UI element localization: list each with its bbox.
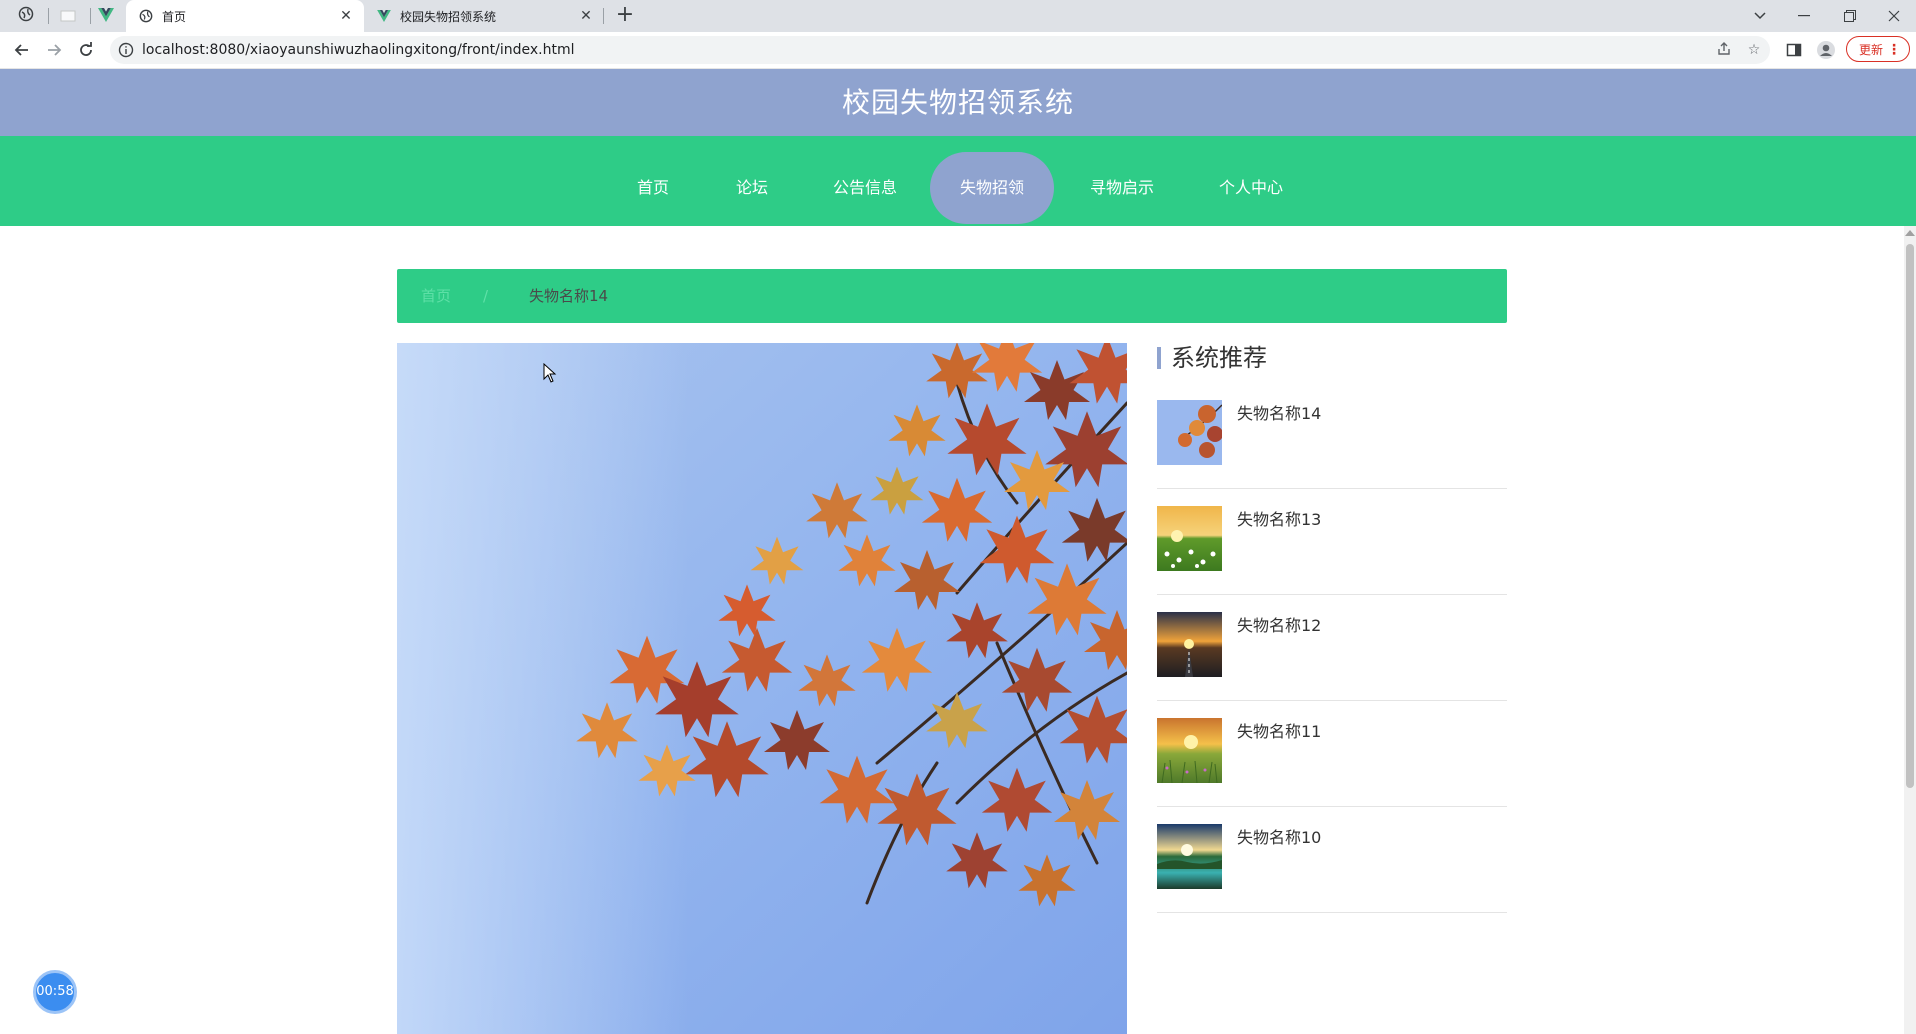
site-header: 校园失物招领系统 (0, 69, 1916, 136)
tab-home[interactable]: 首页 ✕ (126, 0, 364, 32)
recommend-item[interactable]: 失物名称13 (1157, 488, 1507, 595)
vue-icon (376, 8, 392, 24)
tab-system[interactable]: 校园失物招领系统 ✕ (364, 0, 604, 32)
thumb-grass-sunset[interactable] (1157, 718, 1222, 783)
back-icon[interactable] (10, 38, 34, 62)
browser-tab-bar: 首页 ✕ 校园失物招领系统 ✕ + (0, 0, 1916, 32)
more-menu-icon[interactable]: ⋮ (1887, 37, 1901, 63)
minimize-icon[interactable] (1782, 0, 1826, 32)
address-bar[interactable]: localhost:8080/xiaoyaunshiwuzhaolingxito… (110, 36, 1770, 64)
window-close-icon[interactable] (1872, 0, 1916, 32)
item-image (397, 343, 1127, 1034)
thumb-road-sunset[interactable] (1157, 612, 1222, 677)
recommend-title: 系统推荐 (1157, 340, 1267, 376)
bookmark-star-icon[interactable]: ☆ (1746, 42, 1762, 58)
restore-icon[interactable] (1828, 0, 1872, 32)
profile-avatar-icon[interactable] (1814, 38, 1838, 62)
globe-icon (138, 8, 154, 24)
breadcrumb-current: 失物名称14 (529, 287, 609, 305)
info-icon[interactable] (118, 42, 134, 58)
nav-item-lost-found[interactable]: 失物招领 (930, 152, 1054, 224)
browser-toolbar: localhost:8080/xiaoyaunshiwuzhaolingxito… (0, 32, 1916, 69)
page-icon (60, 7, 76, 26)
breadcrumb: 首页 / 失物名称14 (397, 269, 1507, 323)
site-title: 校园失物招领系统 (841, 86, 1074, 119)
url-text: localhost:8080/xiaoyaunshiwuzhaolingxito… (142, 42, 575, 58)
nav-item-home[interactable]: 首页 (630, 152, 676, 224)
main-nav: 首页 论坛 公告信息 失物招领 寻物启示 个人中心 (0, 136, 1916, 226)
nav-item-forum[interactable]: 论坛 (728, 152, 776, 224)
nav-item-personal-center[interactable]: 个人中心 (1212, 152, 1290, 224)
scroll-up-arrow-icon[interactable] (1905, 230, 1915, 236)
nav-item-search-notice[interactable]: 寻物启示 (1083, 152, 1161, 224)
thumb-flower-field[interactable] (1157, 506, 1222, 571)
tab-title: 首页 (162, 9, 187, 24)
nav-item-announcements[interactable]: 公告信息 (826, 152, 904, 224)
tab-title: 校园失物招领系统 (400, 9, 497, 24)
update-label: 更新 (1859, 43, 1884, 57)
recommend-item-name[interactable]: 失物名称14 (1237, 400, 1321, 424)
timer-badge[interactable]: 00:58 (33, 970, 77, 1014)
pinned-tab-blank[interactable] (52, 0, 84, 32)
reload-icon[interactable] (74, 38, 98, 62)
new-tab-icon[interactable]: + (613, 4, 637, 28)
close-icon[interactable]: ✕ (578, 8, 594, 24)
breadcrumb-separator: / (483, 287, 489, 305)
tab-search-icon[interactable] (1738, 0, 1782, 32)
pinned-tab-vue[interactable] (90, 0, 122, 32)
share-icon[interactable] (1716, 42, 1732, 58)
pinned-tab-globe[interactable] (10, 0, 42, 32)
recommend-item-name[interactable]: 失物名称13 (1237, 506, 1321, 530)
recommend-item[interactable]: 失物名称10 (1157, 806, 1507, 913)
recommend-item[interactable]: 失物名称11 (1157, 700, 1507, 807)
breadcrumb-home-link[interactable]: 首页 (421, 269, 451, 323)
vue-icon (98, 7, 114, 26)
recommend-item[interactable]: 失物名称14 (1157, 382, 1507, 489)
recommend-item[interactable]: 失物名称12 (1157, 594, 1507, 701)
recommend-item-name[interactable]: 失物名称11 (1237, 718, 1321, 742)
sidepanel-icon[interactable] (1782, 38, 1806, 62)
globe-icon (18, 6, 34, 26)
recommend-item-name[interactable]: 失物名称10 (1237, 824, 1321, 848)
recommend-item-name[interactable]: 失物名称12 (1237, 612, 1321, 636)
mouse-cursor-icon (543, 362, 557, 383)
update-button[interactable]: 更新 ⋮ (1846, 36, 1910, 62)
thumb-autumn-leaves[interactable] (1157, 400, 1222, 465)
scrollbar-thumb[interactable] (1906, 244, 1914, 788)
forward-icon[interactable] (42, 38, 66, 62)
thumb-lake-sunrise[interactable] (1157, 824, 1222, 889)
close-icon[interactable]: ✕ (338, 8, 354, 24)
